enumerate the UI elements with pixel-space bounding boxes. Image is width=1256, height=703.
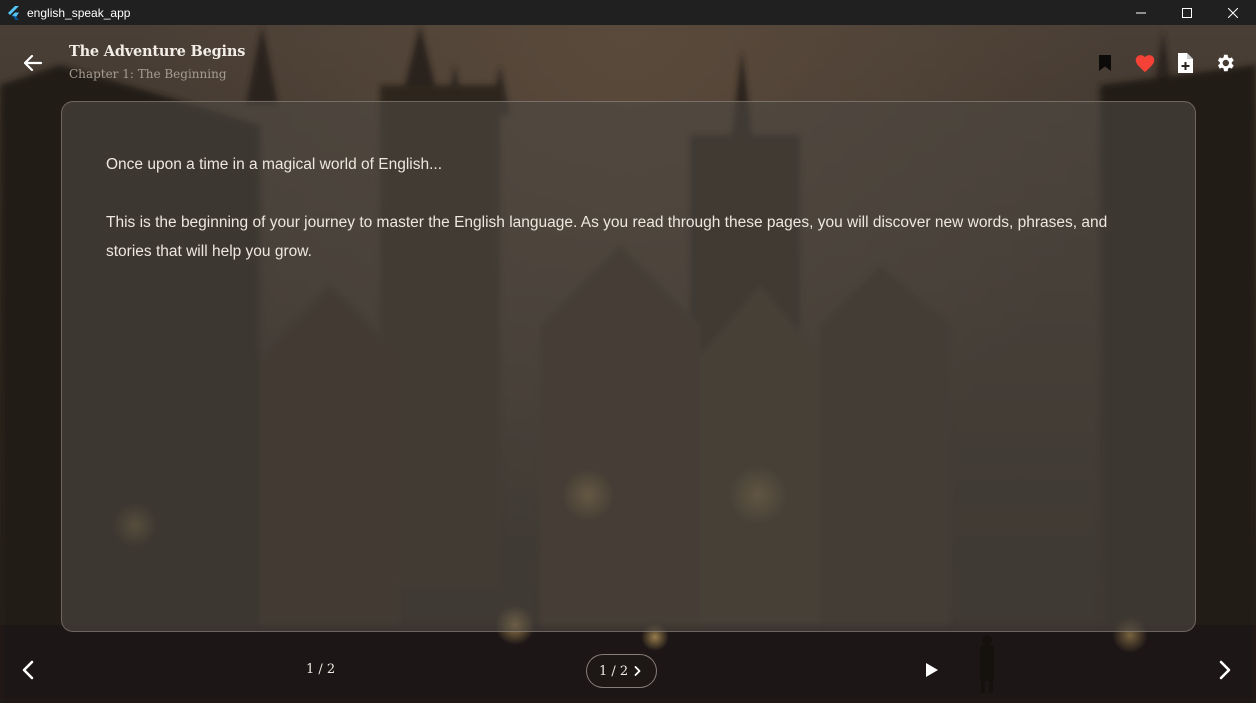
settings-button[interactable] <box>1213 51 1237 75</box>
note-add-icon <box>1178 53 1193 73</box>
add-note-button[interactable] <box>1173 51 1197 75</box>
page-indicator: 1 / 2 <box>306 662 336 677</box>
maximize-button[interactable] <box>1164 0 1210 25</box>
close-button[interactable] <box>1210 0 1256 25</box>
story-paragraph: Once upon a time in a magical world of E… <box>106 156 443 173</box>
story-paragraph: This is the beginning of your journey to… <box>106 214 1108 260</box>
previous-page-button[interactable] <box>14 656 42 684</box>
back-button[interactable] <box>18 50 48 76</box>
next-page-button[interactable] <box>1211 656 1239 684</box>
favorite-button[interactable] <box>1133 51 1157 75</box>
play-icon <box>926 663 938 677</box>
page-selector-button[interactable]: 1 / 2 <box>586 654 657 688</box>
close-icon <box>1228 7 1238 18</box>
play-audio-button[interactable] <box>921 659 943 681</box>
reading-panel: Once upon a time in a magical world of E… <box>61 101 1196 632</box>
heart-icon <box>1135 55 1155 73</box>
chevron-left-icon <box>22 660 34 680</box>
minimize-button[interactable] <box>1118 0 1164 25</box>
maximize-icon <box>1182 7 1192 18</box>
window-title: english_speak_app <box>27 5 131 20</box>
minimize-icon <box>1136 12 1146 13</box>
gear-icon <box>1217 54 1234 72</box>
chapter-subtitle: Chapter 1: The Beginning <box>69 67 227 81</box>
chevron-right-icon <box>1219 660 1231 680</box>
flutter-logo-icon <box>8 5 20 20</box>
arrow-left-icon <box>24 55 42 71</box>
bookmark-button[interactable] <box>1093 51 1117 75</box>
page-selector-label: 1 / 2 <box>599 663 629 679</box>
page-title: The Adventure Begins <box>69 43 246 60</box>
chevron-right-small-icon <box>634 666 641 676</box>
window-titlebar: english_speak_app <box>0 0 1256 25</box>
bookmark-icon <box>1099 55 1111 71</box>
